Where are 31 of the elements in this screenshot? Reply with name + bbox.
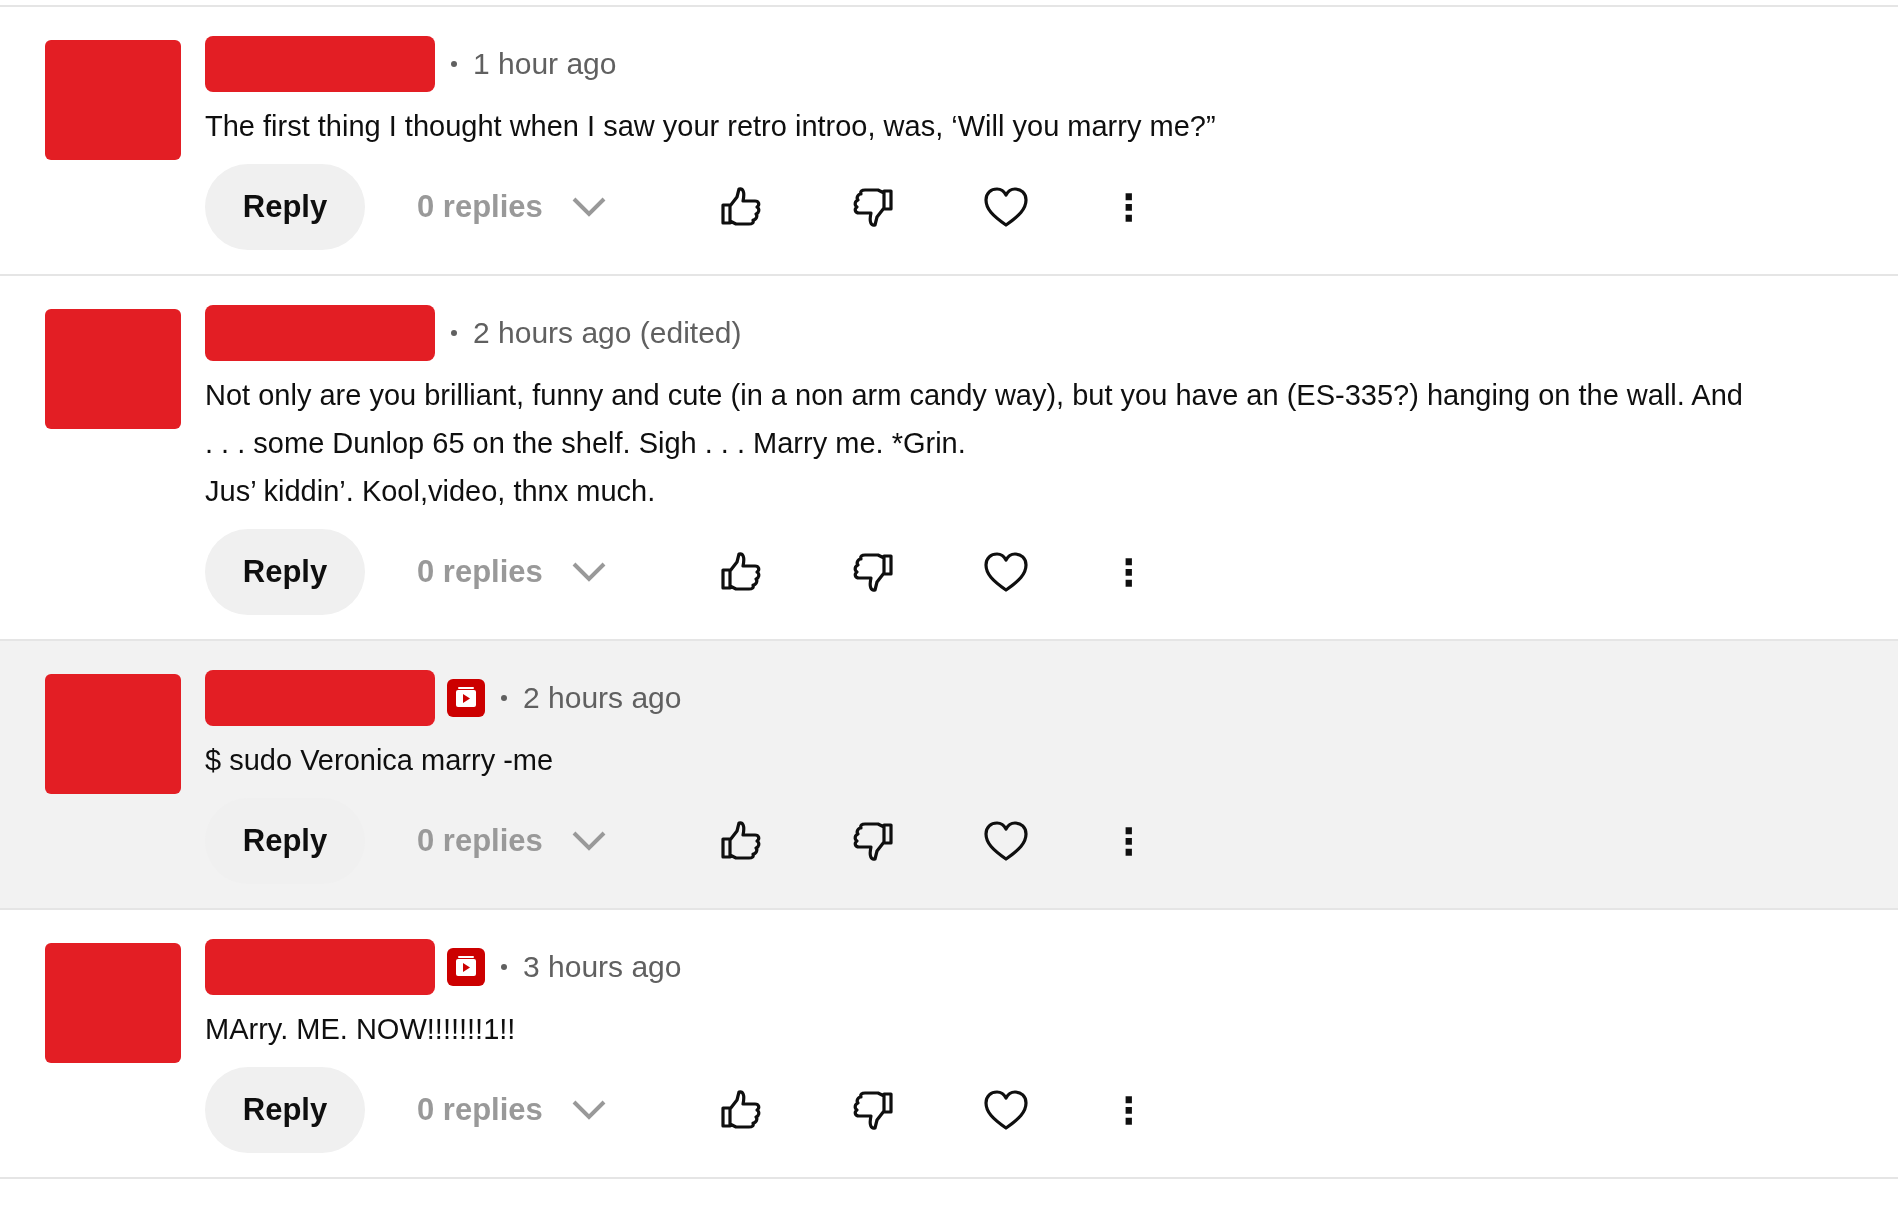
chevron-down-icon[interactable] — [570, 561, 607, 583]
separator-dot — [451, 61, 457, 67]
thumbs-up-icon[interactable] — [718, 185, 763, 229]
comment-text: MArry. ME. NOW!!!!!!!1!! — [205, 1012, 517, 1047]
separator-dot — [501, 695, 507, 701]
timestamp: 3 hours ago — [523, 950, 682, 984]
more-menu-button[interactable]: ⋮ — [1106, 1089, 1151, 1131]
comment-text: Not only are you brilliant, funny and cute (in a non arm candy way), but you have an (ES-335?) hanging on the wall. And . . . some Dunlop 65 on the shelf. Sigh . . . Marry me. *Grin. Jus’ kiddin’. Kool,video, thnx much. — [205, 378, 1743, 509]
reply-button[interactable]: Reply — [205, 529, 365, 615]
chevron-down-icon[interactable] — [570, 196, 607, 218]
thumbs-up-icon[interactable] — [718, 819, 763, 863]
thumbs-up-icon[interactable] — [718, 1088, 763, 1132]
reply-button[interactable]: Reply — [205, 1067, 365, 1153]
separator-dot — [451, 330, 457, 336]
more-menu-button[interactable]: ⋮ — [1106, 186, 1151, 228]
comment-text: $ sudo Veronica marry -me — [205, 743, 555, 778]
reply-button[interactable]: Reply — [205, 164, 365, 250]
timestamp: 1 hour ago — [473, 47, 617, 81]
timestamp: 2 hours ago — [523, 681, 682, 715]
chevron-down-icon[interactable] — [570, 830, 607, 852]
heart-icon[interactable] — [982, 186, 1029, 228]
timestamp: 2 hours ago (edited) — [473, 316, 742, 350]
comment-text: The first thing I thought when I saw your retro introo, was, ‘Will you marry me?” — [205, 109, 1216, 144]
chevron-down-icon[interactable] — [570, 1099, 607, 1121]
more-menu-button[interactable]: ⋮ — [1106, 820, 1151, 862]
heart-icon[interactable] — [982, 1089, 1029, 1131]
thumbs-up-icon[interactable] — [718, 550, 763, 594]
heart-icon[interactable] — [982, 551, 1029, 593]
separator-dot — [501, 964, 507, 970]
more-menu-button[interactable]: ⋮ — [1106, 551, 1151, 593]
heart-icon[interactable] — [982, 820, 1029, 862]
